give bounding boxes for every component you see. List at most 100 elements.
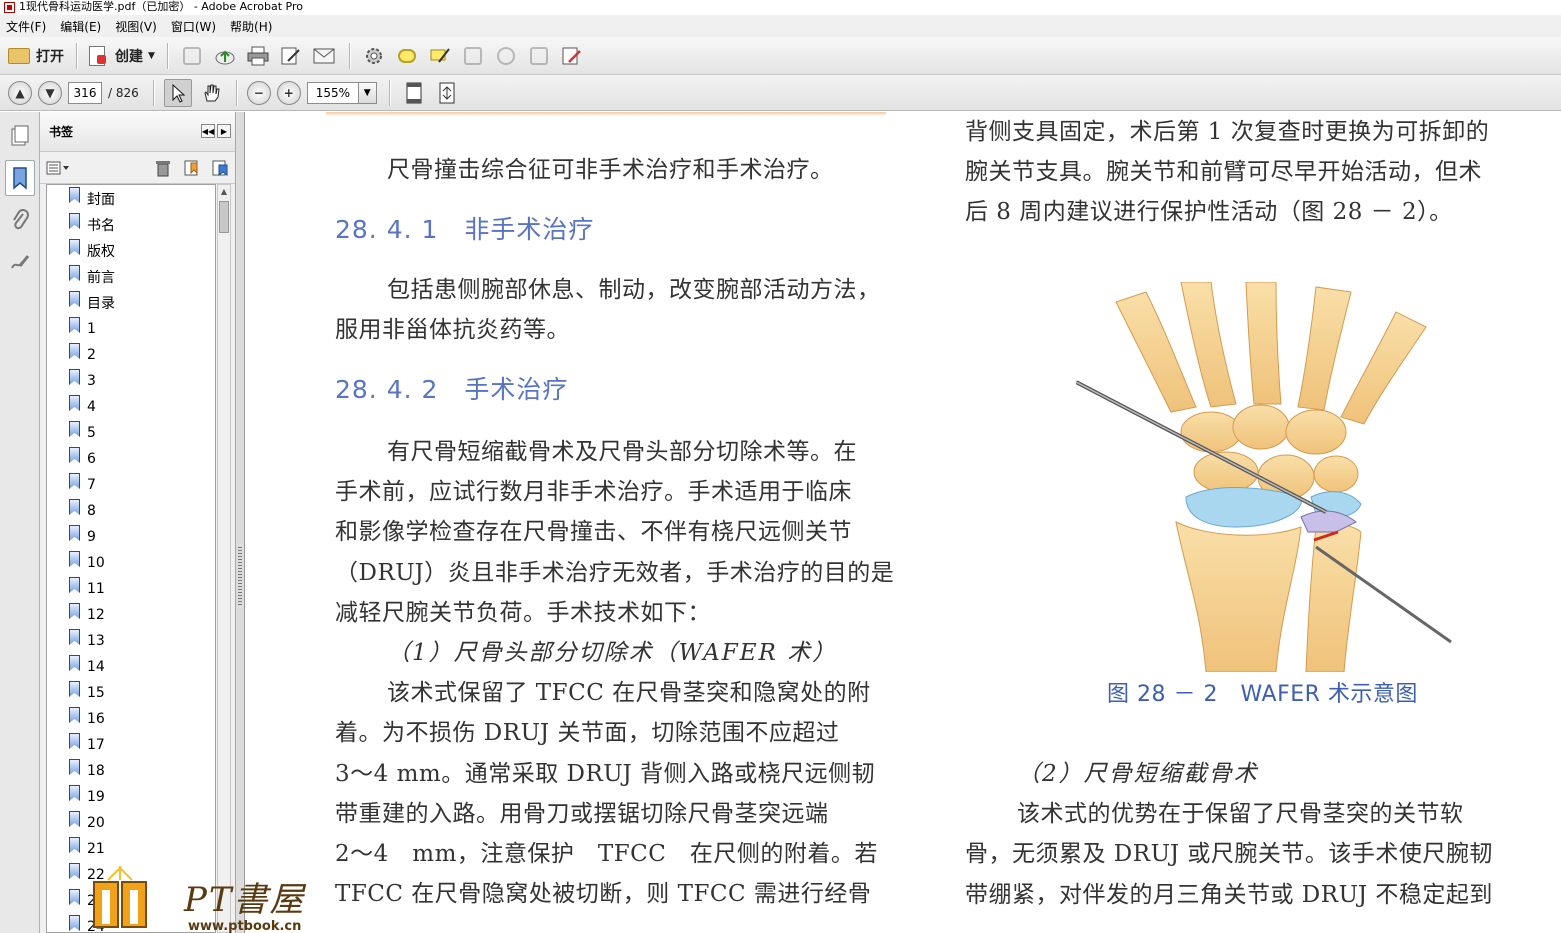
bookmark-icon bbox=[69, 811, 80, 827]
section-heading: 28. 4. 2 手术治疗 bbox=[335, 375, 569, 404]
save-button[interactable] bbox=[178, 42, 206, 70]
zoom-dropdown-button[interactable]: ▼ bbox=[358, 81, 377, 104]
settings-button[interactable] bbox=[360, 42, 388, 70]
bookmark-item[interactable]: 9 bbox=[47, 523, 215, 549]
collapse-panel-button[interactable]: ◀◀ bbox=[201, 124, 215, 138]
speech-bubble-icon bbox=[397, 48, 416, 63]
toolbar-separator bbox=[235, 79, 237, 106]
print-button[interactable] bbox=[244, 42, 272, 70]
comment-button[interactable] bbox=[393, 42, 421, 70]
bookmark-item[interactable]: 11 bbox=[47, 575, 215, 601]
bookmark-icon bbox=[69, 629, 80, 645]
arrow-up-icon: ▲ bbox=[15, 85, 25, 100]
bookmark-item[interactable]: 4 bbox=[47, 393, 215, 419]
bookmark-item[interactable]: 3 bbox=[47, 367, 215, 393]
bookmark-item[interactable]: 16 bbox=[47, 705, 215, 731]
create-button-label: 创建 bbox=[115, 48, 143, 65]
upload-button[interactable] bbox=[211, 42, 239, 70]
bookmark-item[interactable]: 14 bbox=[47, 653, 215, 679]
paragraph-line: 腕关节支具。腕关节和前臂可尽早开始活动，但术 bbox=[965, 159, 1482, 186]
paragraph-line: 后 8 周内建议进行保护性活动（图 28 － 2）。 bbox=[965, 199, 1453, 226]
right-text-column: 背侧支具固定，术后第 1 次复查时更换为可拆卸的 腕关节支具。腕关节和前臂可尽早… bbox=[965, 112, 1555, 233]
bookmark-item[interactable]: 2 bbox=[47, 341, 215, 367]
menu-edit[interactable]: 编辑(E) bbox=[60, 18, 101, 35]
page-number-input[interactable]: 316 bbox=[68, 81, 102, 104]
panel-splitter[interactable] bbox=[236, 112, 245, 933]
bookmark-item[interactable]: 封面 bbox=[47, 185, 215, 211]
bookmark-item[interactable]: 19 bbox=[47, 783, 215, 809]
paragraph-line: 有尺骨短缩截骨术及尺骨头部分切除术等。在 bbox=[387, 439, 857, 465]
full-screen-button[interactable] bbox=[433, 79, 461, 107]
share-document-icon bbox=[529, 46, 548, 65]
create-button[interactable]: 创建 ▼ bbox=[87, 42, 155, 70]
paragraph-line: 该术式保留了 TFCC 在尺骨茎突和隐窝处的附 bbox=[387, 680, 871, 707]
open-button[interactable]: 打开 bbox=[8, 42, 64, 70]
menu-help[interactable]: 帮助(H) bbox=[230, 18, 272, 35]
bookmark-item[interactable]: 12 bbox=[47, 601, 215, 627]
select-tool-button[interactable] bbox=[163, 78, 192, 107]
highlight-button[interactable] bbox=[426, 42, 454, 70]
attachments-button[interactable] bbox=[5, 202, 35, 238]
menu-view[interactable]: 视图(V) bbox=[115, 18, 157, 35]
hand-tool-button[interactable] bbox=[197, 79, 225, 107]
zoom-in-button[interactable]: + bbox=[276, 80, 301, 105]
chevron-down-icon: ▼ bbox=[148, 50, 155, 61]
bookmark-item[interactable]: 17 bbox=[47, 731, 215, 757]
bookmarks-button[interactable] bbox=[4, 160, 35, 196]
bookmark-from-selection-button[interactable] bbox=[211, 159, 229, 177]
bookmark-item[interactable]: 21 bbox=[47, 835, 215, 861]
menu-window[interactable]: 窗口(W) bbox=[171, 18, 216, 35]
fit-page-icon bbox=[406, 82, 422, 103]
share-button[interactable] bbox=[525, 42, 553, 70]
bookmark-item[interactable]: 5 bbox=[47, 419, 215, 445]
bookmark-item[interactable]: 24 bbox=[47, 913, 215, 932]
bookmark-scrollbar[interactable]: ▲ bbox=[217, 184, 231, 933]
bookmark-item[interactable]: 13 bbox=[47, 627, 215, 653]
zoom-out-button[interactable]: − bbox=[246, 80, 271, 105]
bookmark-icon bbox=[69, 785, 80, 801]
bookmark-item[interactable]: 1 bbox=[47, 315, 215, 341]
panel-options-button[interactable]: ▶ bbox=[217, 124, 231, 138]
bookmark-icon bbox=[69, 837, 80, 853]
bookmark-item[interactable]: 6 bbox=[47, 445, 215, 471]
bookmark-item[interactable]: 7 bbox=[47, 471, 215, 497]
next-page-button[interactable]: ▼ bbox=[38, 80, 62, 105]
protect-button[interactable] bbox=[459, 42, 487, 70]
splitter-grip[interactable] bbox=[238, 547, 242, 607]
bookmark-icon bbox=[69, 447, 80, 463]
signatures-button[interactable] bbox=[5, 244, 35, 280]
paragraph: 尺骨撞击综合征可非手术治疗和手术治疗。 bbox=[387, 157, 834, 183]
delete-bookmark-button[interactable] bbox=[155, 159, 173, 177]
bookmark-options-button[interactable] bbox=[46, 160, 72, 176]
form-edit-icon bbox=[562, 47, 581, 64]
bookmark-item[interactable]: 22 bbox=[47, 861, 215, 887]
bookmark-item[interactable]: 前言 bbox=[47, 263, 215, 289]
bookmark-item[interactable]: 书名 bbox=[47, 211, 215, 237]
zoom-level-input[interactable]: 155% bbox=[306, 81, 359, 104]
paragraph-line: 和影像学检查存在尺骨撞击、不伴有桡尺远侧关节 bbox=[335, 519, 852, 546]
sign-button[interactable] bbox=[492, 42, 520, 70]
forms-button[interactable] bbox=[558, 42, 586, 70]
scroll-thumb[interactable] bbox=[219, 201, 229, 233]
edit-document-button[interactable] bbox=[277, 42, 305, 70]
bookmark-item[interactable]: 18 bbox=[47, 757, 215, 783]
email-button[interactable] bbox=[310, 42, 338, 70]
bookmark-item[interactable]: 版权 bbox=[47, 237, 215, 263]
chevron-down-icon: ▼ bbox=[363, 87, 371, 98]
bookmark-item[interactable]: 10 bbox=[47, 549, 215, 575]
previous-page-button[interactable]: ▲ bbox=[8, 80, 32, 105]
bookmark-item[interactable]: 目录 bbox=[47, 289, 215, 315]
scroll-up-icon[interactable]: ▲ bbox=[218, 185, 230, 199]
document-view[interactable]: 尺骨撞击综合征可非手术治疗和手术治疗。 28. 4. 1 非手术治疗 包括患侧腕… bbox=[246, 112, 1561, 933]
paragraph-line: 3～4 mm。通常采取 DRUJ 背侧入路或桡尺远侧韧 bbox=[335, 760, 876, 787]
bookmark-item[interactable]: 23 bbox=[47, 887, 215, 913]
bookmark-icon bbox=[69, 499, 80, 515]
new-bookmark-button[interactable] bbox=[183, 159, 201, 177]
fit-page-button[interactable] bbox=[400, 79, 428, 107]
page-thumbnails-button[interactable] bbox=[5, 118, 35, 154]
menu-file[interactable]: 文件(F) bbox=[6, 18, 46, 35]
bookmark-item[interactable]: 20 bbox=[47, 809, 215, 835]
bookmark-item[interactable]: 8 bbox=[47, 497, 215, 523]
right-text-column: （2）尺骨短缩截骨术 该术式的优势在于保留了尺骨茎突的关节软 骨，无须累及 DR… bbox=[965, 754, 1555, 915]
bookmark-item[interactable]: 15 bbox=[47, 679, 215, 705]
